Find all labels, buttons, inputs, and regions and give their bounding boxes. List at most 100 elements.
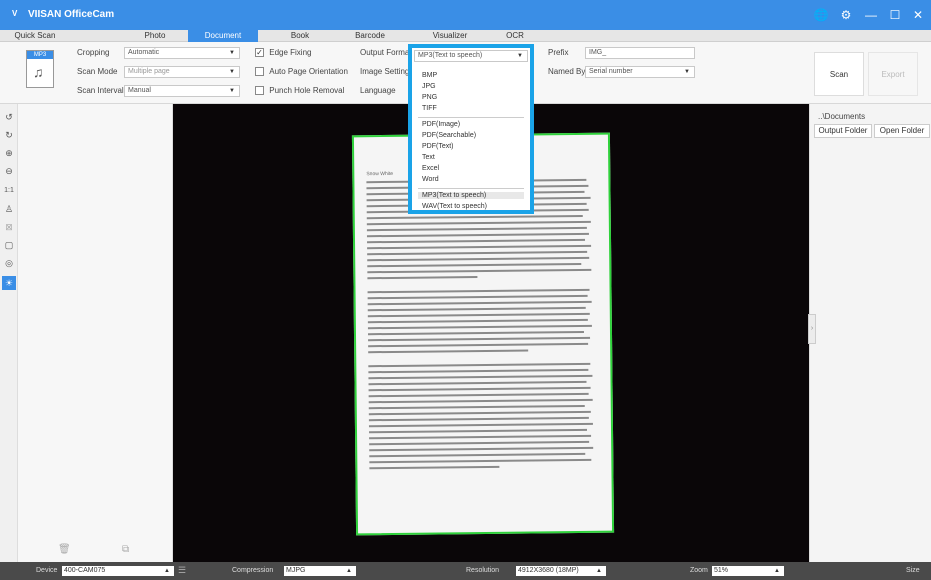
copy-icon[interactable]: ⧉ [122, 544, 129, 555]
punch-hole-checkbox[interactable] [255, 86, 264, 96]
cropping-select[interactable]: Automatic ▼ [124, 47, 240, 59]
format-option-wav[interactable]: WAV(Text to speech) [422, 203, 487, 210]
delete-icon[interactable]: 🗑 [58, 544, 71, 555]
app-logo-icon: V [12, 9, 18, 19]
actual-size-icon[interactable]: 1:1 [2, 184, 16, 198]
output-folder-button[interactable]: Output Folder [814, 124, 872, 138]
fit-width-icon[interactable]: ⊠ [2, 220, 16, 234]
device-select[interactable]: 400-CAM075 ▲ [62, 566, 174, 576]
format-option-png[interactable]: PNG [422, 94, 437, 101]
scan-interval-label: Scan Interval [77, 86, 124, 95]
tab-book[interactable]: Book [270, 30, 330, 42]
zoom-in-icon[interactable]: ⊕ [2, 146, 16, 160]
size-label: Size [906, 567, 920, 574]
crop-frame-icon[interactable]: ▢ [2, 238, 16, 252]
device-label: Device [36, 567, 58, 574]
tab-quick-scan[interactable]: Quick Scan [10, 30, 60, 42]
format-option-excel[interactable]: Excel [422, 165, 439, 172]
tab-document[interactable]: Document [188, 30, 258, 42]
prefix-input[interactable]: IMG_ [585, 47, 695, 59]
thumbnail-panel: 🗑 ⧉ [18, 104, 173, 562]
compression-select[interactable]: MJPG ▲ [284, 566, 356, 576]
output-format-value: MP3(Text to speech) [418, 52, 483, 59]
tab-photo[interactable]: Photo [125, 30, 185, 42]
chevron-up-icon: ▲ [346, 568, 352, 574]
prefix-value: IMG_ [589, 49, 607, 56]
viewer-tool-strip: ↺ ↻ ⊕ ⊖ 1:1 ♙ ⊠ ▢ ◎ ☀ [0, 104, 18, 562]
chevron-up-icon: ▲ [164, 568, 170, 574]
zoom-out-icon[interactable]: ⊖ [2, 164, 16, 178]
tab-barcode[interactable]: Barcode [340, 30, 400, 42]
edge-fixing-checkbox[interactable]: ✓ [255, 48, 264, 58]
punch-hole-option: Punch Hole Removal [255, 86, 345, 96]
scan-interval-select[interactable]: Manual ▼ [124, 85, 240, 97]
chevron-up-icon: ▲ [774, 568, 780, 574]
resolution-select[interactable]: 4912X3680 (18MP) ▲ [516, 566, 606, 576]
output-path: ..\Documents [818, 112, 866, 121]
collapse-panel-handle[interactable]: › [808, 314, 816, 344]
zoom-label: Zoom [690, 567, 708, 574]
brightness-icon[interactable]: ☀ [2, 276, 16, 290]
auto-orientation-option: Auto Page Orientation [255, 67, 348, 77]
device-settings-icon[interactable]: ☰ [178, 565, 186, 576]
format-option-bmp[interactable]: BMP [422, 72, 437, 79]
output-format-icon: MP3 ♫ [26, 50, 54, 88]
scan-button[interactable]: Scan [814, 52, 864, 96]
device-value: 400-CAM075 [64, 567, 106, 574]
named-by-select[interactable]: Serial number ▼ [585, 66, 695, 78]
minimize-button[interactable]: — [861, 5, 881, 25]
stamp-icon[interactable]: ♙ [2, 202, 16, 216]
format-option-pdf-text[interactable]: PDF(Text) [422, 143, 454, 150]
document-heading: Snow White [366, 170, 394, 178]
globe-icon[interactable]: 🌐 [811, 5, 831, 25]
webcam-icon[interactable]: ◎ [2, 256, 16, 270]
punch-hole-label: Punch Hole Removal [269, 86, 345, 96]
zoom-select[interactable]: 51% ▲ [712, 566, 784, 576]
chevron-down-icon: ▼ [229, 69, 235, 75]
format-option-tiff[interactable]: TIFF [422, 105, 437, 112]
output-format-label: Output Format [360, 48, 412, 57]
cropping-label: Cropping [77, 48, 110, 57]
format-option-mp3[interactable]: MP3(Text to speech) [418, 192, 524, 199]
resolution-label: Resolution [466, 567, 500, 574]
cropping-value: Automatic [128, 49, 160, 56]
format-icon-label: MP3 [27, 51, 53, 59]
chevron-down-icon: ▼ [517, 53, 523, 59]
dropdown-divider [418, 188, 524, 189]
output-panel: ..\Documents Output Folder Open Folder › [808, 104, 931, 562]
auto-orientation-checkbox[interactable] [255, 67, 264, 77]
scan-mode-select[interactable]: Multiple page ▼ [124, 66, 240, 78]
format-option-pdf-searchable[interactable]: PDF(Searchable) [422, 132, 476, 139]
app-title: V VIISAN OfficeCam [12, 9, 114, 20]
rotate-right-icon[interactable]: ↻ [2, 128, 16, 142]
language-label: Language [360, 86, 396, 95]
close-button[interactable]: ✕ [908, 5, 928, 25]
rotate-left-icon[interactable]: ↺ [2, 110, 16, 124]
scan-mode-label: Scan Mode [77, 67, 118, 76]
tab-ocr[interactable]: OCR [495, 30, 535, 42]
dropdown-divider [418, 117, 524, 118]
settings-gear-icon[interactable]: ⚙ [836, 5, 856, 25]
output-format-select[interactable]: MP3(Text to speech) ▼ [414, 50, 528, 62]
compression-label: Compression [232, 567, 274, 574]
chevron-down-icon: ▼ [684, 69, 690, 75]
title-bar: V VIISAN OfficeCam 🌐 ⚙ — ☐ ✕ [0, 0, 931, 30]
scan-mode-value: Multiple page [128, 68, 170, 75]
format-option-pdf-image[interactable]: PDF(Image) [422, 121, 460, 128]
app-title-text: VIISAN OfficeCam [28, 9, 115, 20]
edge-fixing-option: ✓ Edge Fixing [255, 48, 311, 58]
tab-visualizer[interactable]: Visualizer [420, 30, 480, 42]
format-option-text[interactable]: Text [422, 154, 435, 161]
named-by-value: Serial number [589, 68, 633, 75]
maximize-button[interactable]: ☐ [885, 5, 905, 25]
scan-interval-value: Manual [128, 87, 151, 94]
output-format-dropdown[interactable]: MP3(Text to speech) ▼ BMP JPG PNG TIFF PD… [408, 44, 534, 214]
chevron-down-icon: ▼ [229, 50, 235, 56]
format-option-word[interactable]: Word [422, 176, 439, 183]
compression-value: MJPG [286, 567, 306, 574]
format-option-jpg[interactable]: JPG [422, 83, 436, 90]
named-by-label: Named By [548, 67, 586, 76]
open-folder-button[interactable]: Open Folder [874, 124, 930, 138]
image-setting-label: Image Setting [360, 67, 410, 76]
resolution-value: 4912X3680 (18MP) [518, 567, 579, 574]
